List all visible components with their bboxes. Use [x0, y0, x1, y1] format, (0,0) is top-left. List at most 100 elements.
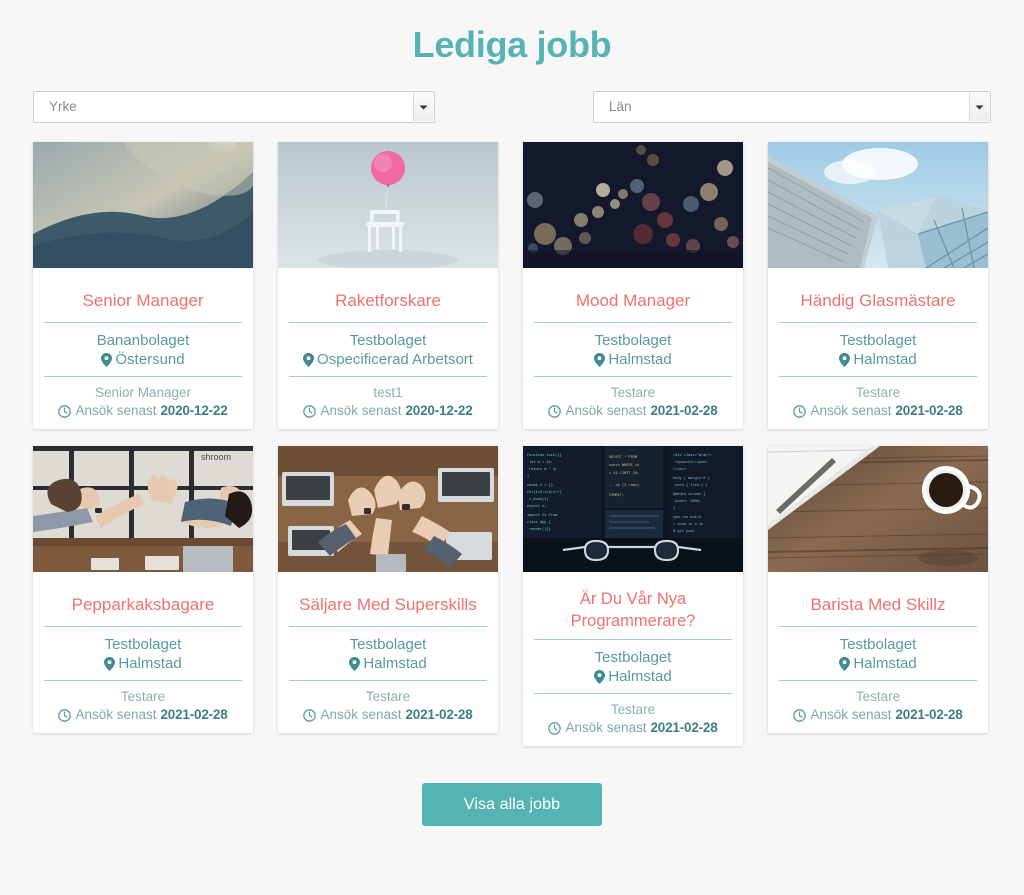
job-card-image-pink-balloon-chair [278, 142, 498, 268]
job-card-image-sand-dune-sun [33, 142, 253, 268]
svg-text:npm run build: npm run build [673, 515, 701, 520]
chevron-down-icon[interactable] [413, 93, 433, 121]
job-card[interactable]: Senior Manager Bananbolaget Östersund Se… [33, 142, 253, 429]
job-role: Testare [120, 689, 166, 704]
svg-text:render(){}: render(){} [529, 527, 551, 532]
job-title: Raketforskare [335, 291, 441, 310]
job-company-block: Testbolaget Halmstad [779, 323, 977, 376]
filter-bar: Yrke Län [0, 67, 1024, 123]
job-deadline-prefix: Ansök senast [320, 403, 402, 418]
job-company-block: Testbolaget Halmstad [534, 640, 732, 693]
map-pin-icon [594, 352, 606, 367]
job-company: Testbolaget [839, 636, 917, 653]
clock-icon [548, 404, 562, 418]
filter-select-lan-label: Län [609, 99, 632, 114]
job-meta-block: Senior Manager Ansök senast 2020-12-22 [44, 377, 242, 429]
svg-text:export x;: export x; [527, 504, 546, 509]
job-role: Testare [610, 702, 656, 717]
job-card[interactable]: function init(){let a = 12; return a * 4… [523, 446, 743, 746]
job-card-body: Barista Med Skillz Testbolaget Halmstad … [768, 572, 988, 733]
job-card-image-team-high-five: shroom [33, 446, 253, 572]
job-company: Testbolaget [349, 332, 427, 349]
job-company-block: Testbolaget Halmstad [534, 323, 732, 376]
svg-text:> done in 2.4s: > done in 2.4s [673, 522, 703, 527]
job-card[interactable]: Händig Glasmästare Testbolaget Halmstad … [768, 142, 988, 429]
job-location: Halmstad [608, 668, 672, 685]
job-company: Testbolaget [839, 332, 917, 349]
clock-icon [58, 708, 72, 722]
job-deadline-row: Ansök senast 2021-02-28 [534, 719, 732, 737]
footer: Visa alla jobb [0, 746, 1024, 826]
jobs-page: Lediga jobb Yrke Län Senior Manager Bana… [0, 0, 1024, 895]
svg-text:body { margin:0 }: body { margin:0 } [673, 476, 710, 481]
svg-text:= 42 LIMIT 10;: = 42 LIMIT 10; [609, 472, 639, 476]
job-company-block: Bananbolaget Östersund [44, 323, 242, 376]
job-location: Halmstad [363, 655, 427, 672]
job-deadline-date: 2021-02-28 [895, 403, 963, 418]
job-deadline-prefix: Ansök senast [810, 707, 892, 722]
job-company-block: Testbolaget Halmstad [44, 627, 242, 680]
job-company: Testbolaget [594, 332, 672, 349]
svg-text:</div>: </div> [673, 467, 686, 472]
job-company: Testbolaget [349, 636, 427, 653]
svg-text:$ git push: $ git push [673, 529, 695, 534]
svg-text:class App {: class App { [527, 520, 551, 525]
job-card-body: Säljare Med Superskills Testbolaget Halm… [278, 572, 498, 733]
clock-icon [303, 708, 317, 722]
job-deadline-prefix: Ansök senast [565, 720, 647, 735]
svg-text:-- ok (3 rows): -- ok (3 rows) [609, 483, 639, 488]
job-card[interactable]: Raketforskare Testbolaget Ospecificerad … [278, 142, 498, 429]
map-pin-icon [839, 352, 851, 367]
svg-text:}: } [527, 474, 529, 479]
job-card[interactable]: shroom Pepparkaksbagare Testbolaget Halm… [33, 446, 253, 733]
svg-text:const x = []: const x = [] [527, 483, 553, 488]
filter-select-yrke[interactable]: Yrke [33, 91, 435, 123]
clock-icon [793, 404, 807, 418]
filter-select-lan[interactable]: Län [593, 91, 991, 123]
svg-text:.card { flex:1 }: .card { flex:1 } [673, 483, 708, 488]
job-location-row: Halmstad [534, 350, 732, 369]
job-deadline-date: 2021-02-28 [650, 403, 718, 418]
job-role: Testare [610, 385, 656, 400]
chevron-down-icon[interactable] [969, 93, 989, 121]
job-company-block: Testbolaget Ospecificerad Arbetsort [289, 323, 487, 376]
job-deadline-date: 2021-02-28 [405, 707, 473, 722]
job-card[interactable]: Mood Manager Testbolaget Halmstad Testar… [523, 142, 743, 429]
job-title: Barista Med Skillz [810, 595, 946, 614]
job-deadline-prefix: Ansök senast [810, 403, 892, 418]
job-role: Testare [855, 689, 901, 704]
job-role: Testare [855, 385, 901, 400]
job-location-row: Östersund [44, 350, 242, 369]
show-all-jobs-button[interactable]: Visa alla jobb [422, 783, 602, 826]
svg-text:<div class="wrap">: <div class="wrap"> [673, 453, 712, 458]
job-card-image-team-hands-desk [278, 446, 498, 572]
map-pin-icon [104, 656, 116, 671]
job-deadline-date: 2020-12-22 [405, 403, 473, 418]
svg-text:<span>hi</span>: <span>hi</span> [675, 460, 707, 465]
job-card[interactable]: Barista Med Skillz Testbolaget Halmstad … [768, 446, 988, 733]
job-role: Testare [365, 689, 411, 704]
map-pin-icon [101, 352, 113, 367]
job-card[interactable]: Säljare Med Superskills Testbolaget Halm… [278, 446, 498, 733]
job-location: Halmstad [118, 655, 182, 672]
job-meta-block: Testare Ansök senast 2021-02-28 [289, 681, 487, 733]
job-card-image-glass-architecture-sky [768, 142, 988, 268]
job-location: Halmstad [853, 351, 917, 368]
job-title: Händig Glasmästare [800, 291, 956, 310]
job-deadline-row: Ansök senast 2021-02-28 [44, 706, 242, 724]
job-deadline-prefix: Ansök senast [75, 403, 157, 418]
job-card-grid: Senior Manager Bananbolaget Östersund Se… [0, 123, 1024, 746]
job-location-row: Halmstad [44, 654, 242, 673]
job-title: Pepparkaksbagare [71, 595, 215, 614]
job-location-row: Halmstad [534, 667, 732, 686]
job-location-row: Halmstad [779, 350, 977, 369]
filter-select-yrke-label: Yrke [49, 99, 77, 114]
job-card-body: Mood Manager Testbolaget Halmstad Testar… [523, 268, 743, 429]
job-deadline-prefix: Ansök senast [75, 707, 157, 722]
clock-icon [793, 708, 807, 722]
map-pin-icon [839, 656, 851, 671]
job-card-body: Pepparkaksbagare Testbolaget Halmstad Te… [33, 572, 253, 733]
job-card-body: Händig Glasmästare Testbolaget Halmstad … [768, 268, 988, 429]
svg-text:SELECT * FROM: SELECT * FROM [609, 455, 637, 460]
job-role: Senior Manager [94, 385, 192, 400]
